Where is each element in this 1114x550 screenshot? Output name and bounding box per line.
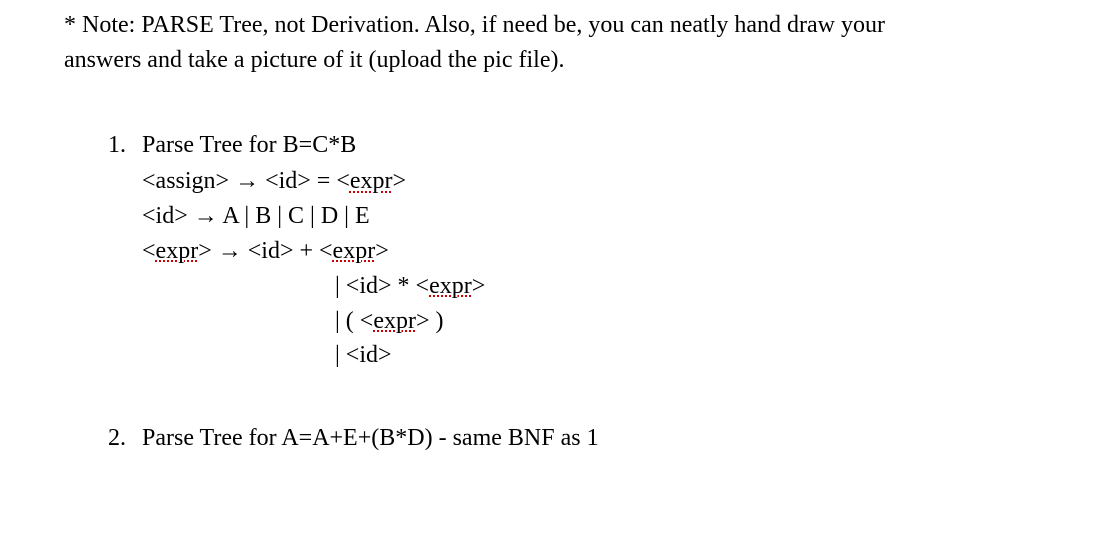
note-line-2: answers and take a picture of it (upload… bbox=[64, 43, 1064, 78]
item-2-number: 2. bbox=[108, 421, 142, 456]
note-block: * Note: PARSE Tree, not Derivation. Also… bbox=[64, 8, 1064, 78]
rule-id: <id> → A | B | C | D | E bbox=[142, 199, 1064, 234]
rule-assign: <assign> → <id> = <expr> bbox=[142, 164, 1064, 199]
item-1-title: Parse Tree for B=C*B bbox=[142, 132, 356, 158]
list-item-2: 2.Parse Tree for A=A+E+(B*D) - same BNF … bbox=[108, 421, 1064, 456]
rule-alt-2: | ( <expr> ) bbox=[142, 304, 1064, 339]
grammar-rules: <assign> → <id> = <expr> <id> → A | B | … bbox=[108, 164, 1064, 373]
item-2-title: Parse Tree for A=A+E+(B*D) - same BNF as… bbox=[142, 425, 599, 451]
content-block: 1.Parse Tree for B=C*B <assign> → <id> =… bbox=[64, 128, 1064, 456]
note-line-1: * Note: PARSE Tree, not Derivation. Also… bbox=[64, 8, 1064, 43]
rule-alt-3: | <id> bbox=[142, 338, 1064, 373]
error-expr-2: expr bbox=[156, 238, 199, 264]
error-expr-1: expr bbox=[350, 168, 393, 194]
list-item-1: 1.Parse Tree for B=C*B <assign> → <id> =… bbox=[108, 128, 1064, 374]
item-1-number: 1. bbox=[108, 128, 142, 163]
error-expr-5: expr bbox=[373, 308, 416, 334]
rule-alt-1: | <id> * <expr> bbox=[142, 269, 1064, 304]
error-expr-4: expr bbox=[429, 273, 472, 299]
rule-expr: <expr> → <id> + <expr> bbox=[142, 234, 1064, 269]
error-expr-3: expr bbox=[333, 238, 376, 264]
